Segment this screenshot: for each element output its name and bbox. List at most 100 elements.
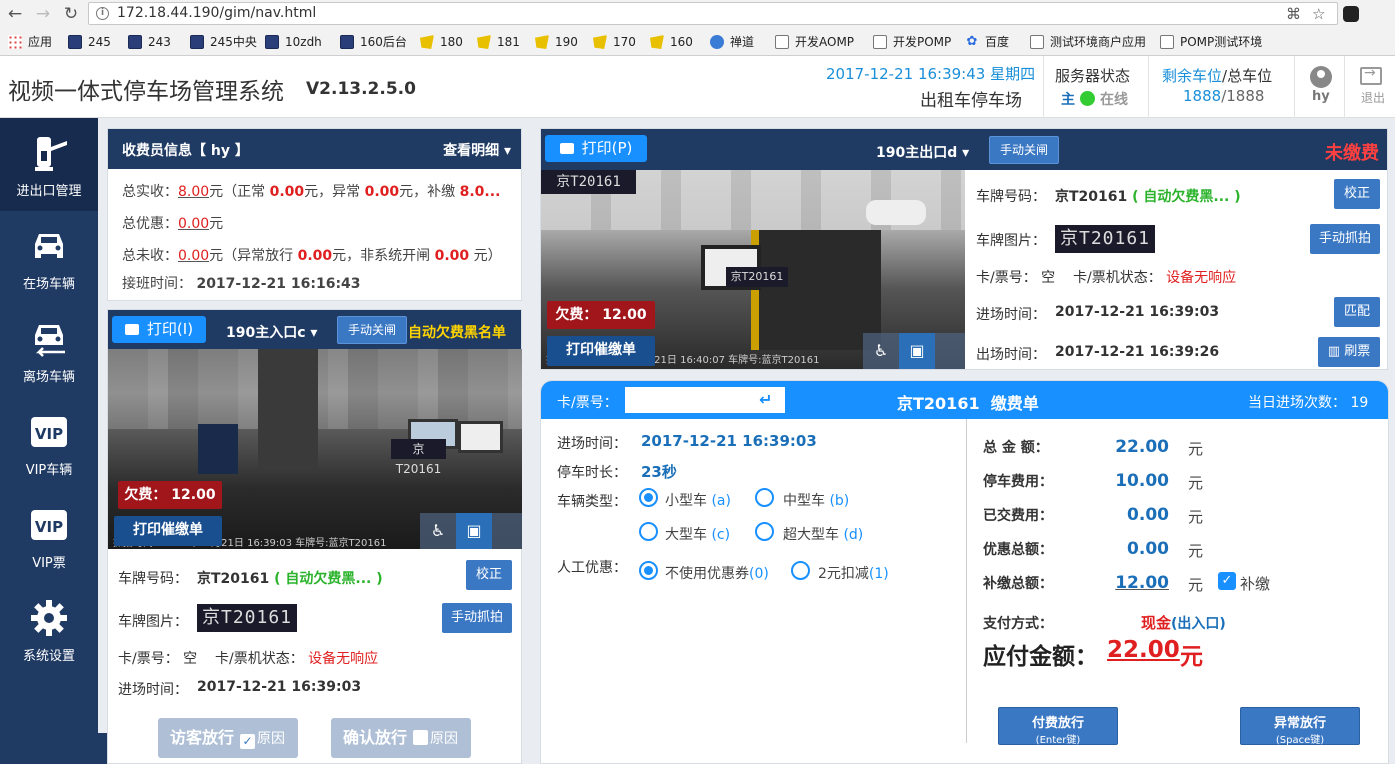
image-icon[interactable]: ▣ <box>899 333 935 369</box>
bookmark-item[interactable]: ✿ 百度 <box>965 33 1009 51</box>
correct-button[interactable]: 校正 <box>466 560 512 590</box>
user-icon[interactable] <box>1310 66 1332 88</box>
divider <box>1043 56 1044 118</box>
bookmark-label: 测试环境商户应用 <box>1050 35 1147 49</box>
parking-fee-label: 停车费用： <box>983 474 1053 490</box>
bookmark-item[interactable]: 190 <box>535 33 578 51</box>
bookmark-item[interactable]: 禅道 <box>710 33 754 51</box>
discount-2yuan-radio[interactable] <box>791 561 810 580</box>
plate-image: 京T20161 <box>197 604 297 632</box>
plate-label: 车牌号码： <box>976 189 1046 205</box>
bookmark-item[interactable]: 180 <box>420 33 463 51</box>
sidebar-item-label: 进出口管理 <box>16 184 82 199</box>
translate-icon[interactable]: ⌘ <box>1286 3 1301 25</box>
user-name[interactable]: hy <box>1312 89 1330 104</box>
star-icon[interactable]: ☆ <box>1312 3 1325 25</box>
vehicle-type-small-label[interactable]: 小型车 (a) <box>665 490 731 510</box>
entry-channel-select[interactable]: 190主入口c ▾ <box>226 322 317 342</box>
fee-header: 卡/票号： ↵ 京T20161 缴费单 当日进场次数： 19 <box>541 381 1388 419</box>
bookmark-item[interactable]: POMP测试环境 <box>1160 33 1262 51</box>
correct-button[interactable]: 校正 <box>1334 179 1380 209</box>
bookmark-item[interactable]: 开发POMP <box>873 33 951 51</box>
bookmark-item[interactable]: 243 <box>128 33 171 51</box>
bookmark-label: 10zdh <box>285 35 322 49</box>
abnormal-release-button[interactable]: 异常放行 (Space键) <box>1240 707 1360 746</box>
print-entry-button[interactable]: 打印(I) <box>112 316 206 343</box>
image-icon[interactable]: ▣ <box>456 513 492 549</box>
extension-icon[interactable] <box>1343 6 1359 22</box>
print-urge-slip-button[interactable]: 打印催缴单 <box>114 516 222 546</box>
sidebar-item-vip-vehicles[interactable]: VIP VIP车辆 <box>0 397 98 490</box>
reason-checkbox[interactable] <box>413 730 429 745</box>
divider <box>1294 56 1295 118</box>
panel-header: 打印(P) 190主出口d ▾ 手动关闸 未缴费 <box>541 129 1387 170</box>
print-exit-button[interactable]: 打印(P) <box>545 135 647 162</box>
view-detail-button[interactable]: 查看明细 ▾ <box>443 140 511 160</box>
reason-checkbox[interactable]: ✓ <box>240 734 256 749</box>
parking-fee: 10.00 <box>1115 471 1169 491</box>
apps-grid-icon <box>8 35 22 49</box>
vehicle-type-xlarge-label[interactable]: 超大型车 (d) <box>783 524 863 544</box>
sidebar-item-gate-management[interactable]: 进出口管理 <box>0 118 98 211</box>
person-icon[interactable]: ♿ <box>420 513 456 549</box>
enter-icon[interactable]: ↵ <box>759 390 772 409</box>
bookmark-item[interactable]: 245中央 <box>190 33 257 51</box>
logout-icon[interactable] <box>1360 65 1382 85</box>
bookmark-item[interactable]: 181 <box>477 33 520 51</box>
vip-icon: VIP <box>31 417 67 447</box>
address-bar[interactable]: i 172.18.44.190/gim/nav.html <box>88 2 1338 25</box>
bookmark-item[interactable]: 245 <box>68 33 111 51</box>
bookmark-item[interactable]: 170 <box>593 33 636 51</box>
manual-capture-button[interactable]: 手动抓拍 <box>1310 224 1380 254</box>
bookmark-item[interactable]: 测试环境商户应用 <box>1030 33 1146 51</box>
person-icon[interactable]: ♿ <box>863 333 899 369</box>
manual-capture-button[interactable]: 手动抓拍 <box>442 603 512 633</box>
back-icon[interactable]: ← <box>4 3 26 25</box>
visitor-release-button[interactable]: 访客放行 ✓ 原因 <box>158 718 298 758</box>
match-button[interactable]: 匹配 <box>1334 297 1380 327</box>
discount-none-radio[interactable] <box>639 561 658 580</box>
discount-2yuan-label[interactable]: 2元扣减(1) <box>818 563 889 583</box>
supplement-total-label: 补缴总额： <box>983 576 1053 592</box>
amount-due: 22.00 <box>1107 637 1180 663</box>
sidebar-item-label: VIP车辆 <box>25 463 73 478</box>
discount-none-label[interactable]: 不使用优惠券(0) <box>665 563 769 583</box>
swipe-ticket-button[interactable]: ▥ 刷票 <box>1318 337 1380 367</box>
sidebar-item-settings[interactable]: 系统设置 <box>0 583 98 676</box>
exit-channel-select[interactable]: 190主出口d ▾ <box>876 142 969 162</box>
card-label: 卡/票号： 空 卡/票机状态： 设备无响应 <box>118 651 379 667</box>
forward-icon[interactable]: → <box>32 3 54 25</box>
confirm-release-button[interactable]: 确认放行 原因 <box>331 718 471 758</box>
vehicle-type-medium-radio[interactable] <box>755 488 774 507</box>
vehicle-type-medium-label[interactable]: 中型车 (b) <box>783 490 849 510</box>
sidebar-item-label: 在场车辆 <box>22 277 75 292</box>
bookmark-label: 禅道 <box>730 35 755 49</box>
lot-name: 出租车停车场 <box>920 91 1022 111</box>
vehicle-type-large-label[interactable]: 大型车 (c) <box>665 524 730 544</box>
vehicle-type-large-radio[interactable] <box>639 522 658 541</box>
vehicle-type-small-radio[interactable] <box>639 488 658 507</box>
bookmark-icon <box>340 35 354 49</box>
pay-release-button[interactable]: 付费放行 (Enter键) <box>998 707 1118 746</box>
bookmark-item[interactable]: 160后台 <box>340 33 407 51</box>
bookmark-item[interactable]: 10zdh <box>265 33 322 51</box>
supplement-checkbox[interactable]: ✓ <box>1218 572 1236 590</box>
gear-icon <box>31 600 67 636</box>
sidebar-item-vip-tickets[interactable]: VIP VIP票 <box>0 490 98 583</box>
sidebar-item-departed-vehicles[interactable]: 离场车辆 <box>0 304 98 397</box>
vehicle-type-xlarge-radio[interactable] <box>755 522 774 541</box>
logout-label[interactable]: 退出 <box>1361 89 1385 106</box>
supplement-checkbox-label[interactable]: 补缴 <box>1240 573 1270 594</box>
sidebar-item-label: 离场车辆 <box>22 370 75 385</box>
sidebar-item-label: VIP票 <box>32 556 66 571</box>
manual-close-gate-button[interactable]: 手动关闸 <box>337 316 407 344</box>
bookmark-item[interactable]: 应用 <box>8 33 52 51</box>
sidebar-item-parked-vehicles[interactable]: 在场车辆 <box>0 211 98 304</box>
bookmark-item[interactable]: 开发AOMP <box>775 33 854 51</box>
unit: 元 <box>1188 474 1204 492</box>
print-urge-slip-button[interactable]: 打印催缴单 <box>547 336 655 366</box>
manual-close-gate-button[interactable]: 手动关闸 <box>989 136 1059 164</box>
info-icon[interactable]: i <box>96 7 109 20</box>
reload-icon[interactable]: ↻ <box>60 3 82 25</box>
bookmark-item[interactable]: 160 <box>650 33 693 51</box>
